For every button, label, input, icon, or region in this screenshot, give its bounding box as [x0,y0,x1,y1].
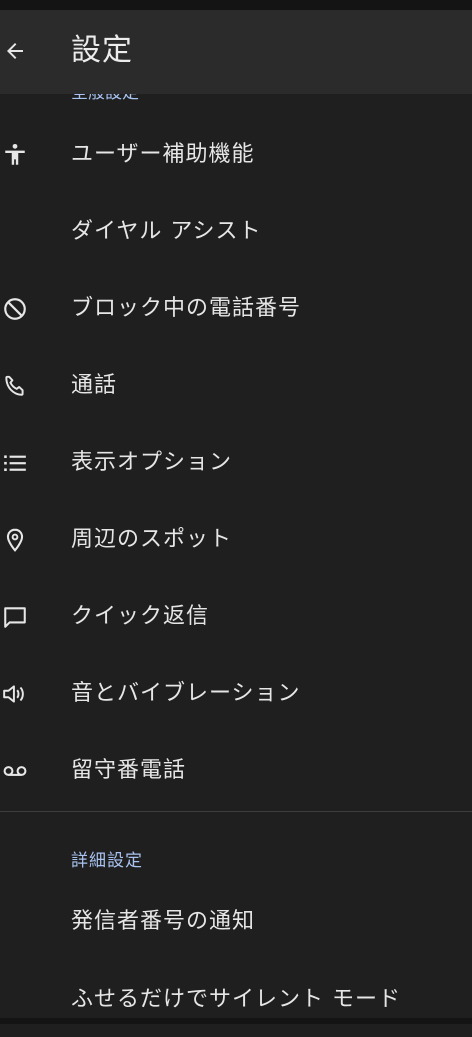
settings-item-label: クイック返信 [71,604,210,629]
voicemail-icon [0,756,30,786]
block-icon [0,294,30,324]
accessibility-icon [0,140,30,170]
phone-icon [0,371,30,401]
settings-item-accessibility[interactable]: ユーザー補助機能 [0,118,472,192]
settings-item-label: ブロック中の電話番号 [71,296,302,321]
settings-item-label: ふせるだけでサイレント モード [71,987,401,1012]
page-title: 設定 [71,33,133,68]
app-bar: 設定 [0,10,472,94]
settings-item-blocked-numbers[interactable]: ブロック中の電話番号 [0,272,472,346]
location-pin-icon [0,525,30,555]
settings-item-voicemail[interactable]: 留守番電話 [0,734,472,808]
settings-item-caller-id[interactable]: 発信者番号の通知 [0,885,472,959]
settings-item-label: 発信者番号の通知 [71,909,256,934]
settings-item-label: 表示オプション [71,450,233,475]
settings-item-label: 留守番電話 [71,758,187,783]
settings-item-flip-to-silence[interactable]: ふせるだけでサイレント モード [0,963,472,1037]
settings-item-label: ユーザー補助機能 [71,142,255,167]
back-arrow-icon[interactable] [0,36,30,66]
status-bar [0,0,472,10]
settings-item-nearby-places[interactable]: 周辺のスポット [0,503,472,577]
section-divider [0,811,472,812]
settings-item-quick-responses[interactable]: クイック返信 [0,580,472,654]
section-header-advanced: 詳細設定 [71,851,143,871]
volume-icon [0,679,30,709]
settings-item-label: ダイヤル アシスト [71,219,262,244]
settings-item-label: 音とバイブレーション [71,681,301,706]
settings-item-label: 通話 [71,373,118,398]
settings-item-sounds-vibration[interactable]: 音とバイブレーション [0,657,472,731]
navigation-bar [0,1018,472,1024]
settings-item-display-options[interactable]: 表示オプション [0,426,472,500]
settings-item-label: 周辺のスポット [71,527,233,552]
list-icon [0,448,30,478]
chat-bubble-icon [0,602,30,632]
settings-item-dial-assist[interactable]: ダイヤル アシスト [0,195,472,269]
settings-item-calls[interactable]: 通話 [0,349,472,423]
